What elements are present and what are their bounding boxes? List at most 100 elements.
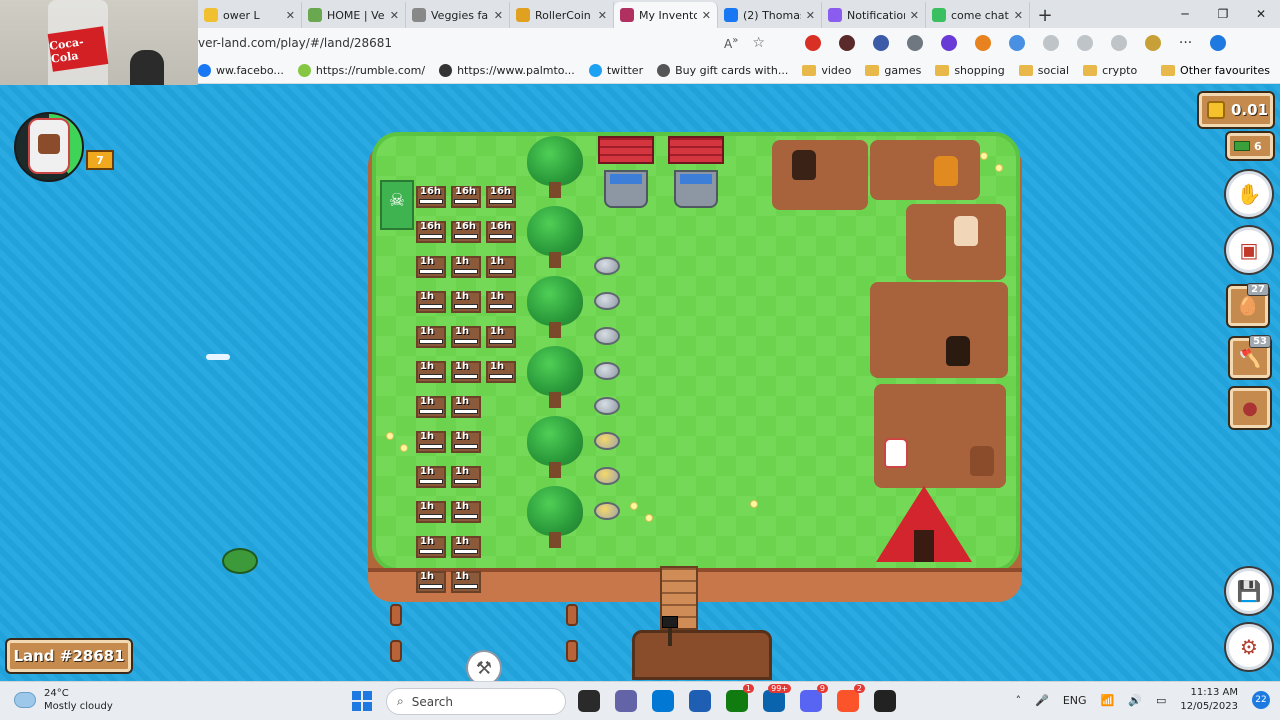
crop-plot[interactable]: 1h: [486, 361, 516, 383]
tab-close-icon[interactable]: ✕: [494, 9, 503, 22]
taskbar-search[interactable]: ⌕ Search: [386, 688, 566, 715]
extension-gray-icon[interactable]: [906, 35, 923, 51]
collections-icon[interactable]: [1110, 35, 1127, 51]
tab-close-icon[interactable]: ✕: [598, 9, 607, 22]
wifi-icon[interactable]: 📶: [1101, 694, 1115, 707]
discord-icon[interactable]: 9: [800, 684, 828, 712]
profile-avatar-icon[interactable]: [1144, 35, 1161, 51]
favorites-icon[interactable]: [1076, 35, 1093, 51]
extension-red-icon[interactable]: [804, 35, 821, 51]
npc-chef[interactable]: [946, 336, 970, 366]
browser-tab[interactable]: ower L ✕: [198, 2, 302, 28]
crop-plot[interactable]: 16h: [486, 221, 516, 243]
bookmark-item[interactable]: Buy gift cards with...: [657, 64, 788, 77]
menu-dots-icon[interactable]: ···: [1179, 35, 1192, 51]
microphone-icon[interactable]: 🎤: [1035, 694, 1049, 707]
browser-tab[interactable]: HOME | Veg ✕: [302, 2, 406, 28]
crop-plot[interactable]: 1h: [451, 466, 481, 488]
extension-dark-icon[interactable]: [838, 35, 855, 51]
browser-tab[interactable]: My Inventor ✕: [614, 2, 718, 28]
extensions-puzzle-icon[interactable]: [1042, 35, 1059, 51]
crop-plot[interactable]: 1h: [416, 501, 446, 523]
store-icon[interactable]: [689, 690, 711, 712]
red-tent[interactable]: [876, 486, 972, 562]
tree[interactable]: [527, 206, 583, 270]
boat[interactable]: [632, 630, 772, 680]
npc-farmer[interactable]: [970, 446, 994, 476]
battery-icon[interactable]: ▭: [1156, 694, 1166, 707]
favorite-star-icon[interactable]: ☆: [752, 35, 765, 51]
notification-count[interactable]: 22: [1252, 691, 1270, 709]
settings-button[interactable]: ⚙: [1226, 624, 1272, 670]
extension-trophy-icon[interactable]: [1008, 35, 1025, 51]
crop-plot[interactable]: 1h: [486, 256, 516, 278]
crop-plot[interactable]: 1h: [486, 291, 516, 313]
tree[interactable]: [527, 486, 583, 550]
restore-button[interactable]: ❐: [1204, 0, 1242, 28]
crop-plot[interactable]: 1h: [416, 256, 446, 278]
brave-icon[interactable]: 2: [837, 684, 865, 712]
crop-plot[interactable]: 1h: [451, 396, 481, 418]
crop-plot[interactable]: 1h: [416, 466, 446, 488]
edge-icon[interactable]: [652, 690, 674, 712]
crop-plot[interactable]: 16h: [451, 221, 481, 243]
iron-rock[interactable]: [594, 467, 620, 485]
tab-close-icon[interactable]: ✕: [806, 9, 815, 22]
tree[interactable]: [527, 136, 583, 200]
volume-icon[interactable]: 🔊: [1128, 694, 1142, 707]
crop-plot[interactable]: 1h: [416, 571, 446, 593]
crop-plot[interactable]: 1h: [416, 291, 446, 313]
npc-blacksmith[interactable]: [954, 216, 978, 246]
crop-plot[interactable]: 1h: [451, 501, 481, 523]
inventory-hand-button[interactable]: ✋: [1226, 171, 1272, 217]
task-view-icon[interactable]: [578, 690, 600, 712]
bookmark-item[interactable]: video: [802, 64, 851, 77]
browser-tab[interactable]: (2) Thomas ✕: [718, 2, 822, 28]
tree[interactable]: [527, 346, 583, 410]
kitchen-area[interactable]: [870, 282, 1008, 378]
url-field[interactable]: ver-land.com/play/#/land/28681: [198, 36, 718, 50]
crop-plot[interactable]: 16h: [416, 221, 446, 243]
browser-tab[interactable]: come chat ✕: [926, 2, 1030, 28]
stone-rock[interactable]: [594, 327, 620, 345]
crop-plot[interactable]: 1h: [416, 326, 446, 348]
metamask-icon[interactable]: [974, 35, 991, 51]
tree[interactable]: [527, 276, 583, 340]
fire-pit-area[interactable]: [772, 140, 868, 210]
save-button[interactable]: 💾: [1226, 568, 1272, 614]
bookmark-item[interactable]: ww.facebo...: [198, 64, 284, 77]
tab-close-icon[interactable]: ✕: [910, 9, 919, 22]
rabbit[interactable]: [884, 438, 908, 468]
crop-plot[interactable]: 1h: [486, 326, 516, 348]
teams-chat-icon[interactable]: [615, 690, 637, 712]
language-indicator[interactable]: ENG: [1063, 694, 1087, 707]
seeds-shortcut[interactable]: ●: [1230, 388, 1270, 428]
iron-rock[interactable]: [594, 432, 620, 450]
obs-icon[interactable]: [874, 690, 896, 712]
tree[interactable]: [527, 416, 583, 480]
crop-plot[interactable]: 1h: [451, 361, 481, 383]
bookmark-item[interactable]: https://rumble.com/: [297, 64, 425, 77]
weather-widget[interactable]: 24°C Mostly cloudy: [14, 687, 113, 713]
new-tab-button[interactable]: +: [1030, 2, 1060, 28]
stone-rock[interactable]: [594, 362, 620, 380]
skull-banner[interactable]: ☠: [380, 180, 414, 230]
turtle[interactable]: [222, 548, 258, 574]
extension-purple-icon[interactable]: [940, 35, 957, 51]
xbox-icon[interactable]: 1: [726, 684, 754, 712]
crop-plot[interactable]: 1h: [416, 431, 446, 453]
read-aloud-icon[interactable]: A»: [724, 35, 738, 51]
crop-plot[interactable]: 1h: [451, 291, 481, 313]
npc-cook[interactable]: [792, 150, 816, 180]
crop-plot[interactable]: 1h: [416, 361, 446, 383]
close-window-button[interactable]: ✕: [1242, 0, 1280, 28]
stone-rock[interactable]: [594, 397, 620, 415]
bookmark-item[interactable]: twitter: [588, 64, 643, 77]
tab-close-icon[interactable]: ✕: [286, 9, 295, 22]
chest-button[interactable]: ▣: [1226, 227, 1272, 273]
npc-merchant[interactable]: [934, 156, 958, 186]
clock[interactable]: 11:13 AM 12/05/2023: [1180, 686, 1238, 714]
wood-shortcut[interactable]: 🪓 53: [1230, 335, 1271, 378]
crop-plot[interactable]: 1h: [451, 536, 481, 558]
water-well[interactable]: [598, 136, 654, 210]
